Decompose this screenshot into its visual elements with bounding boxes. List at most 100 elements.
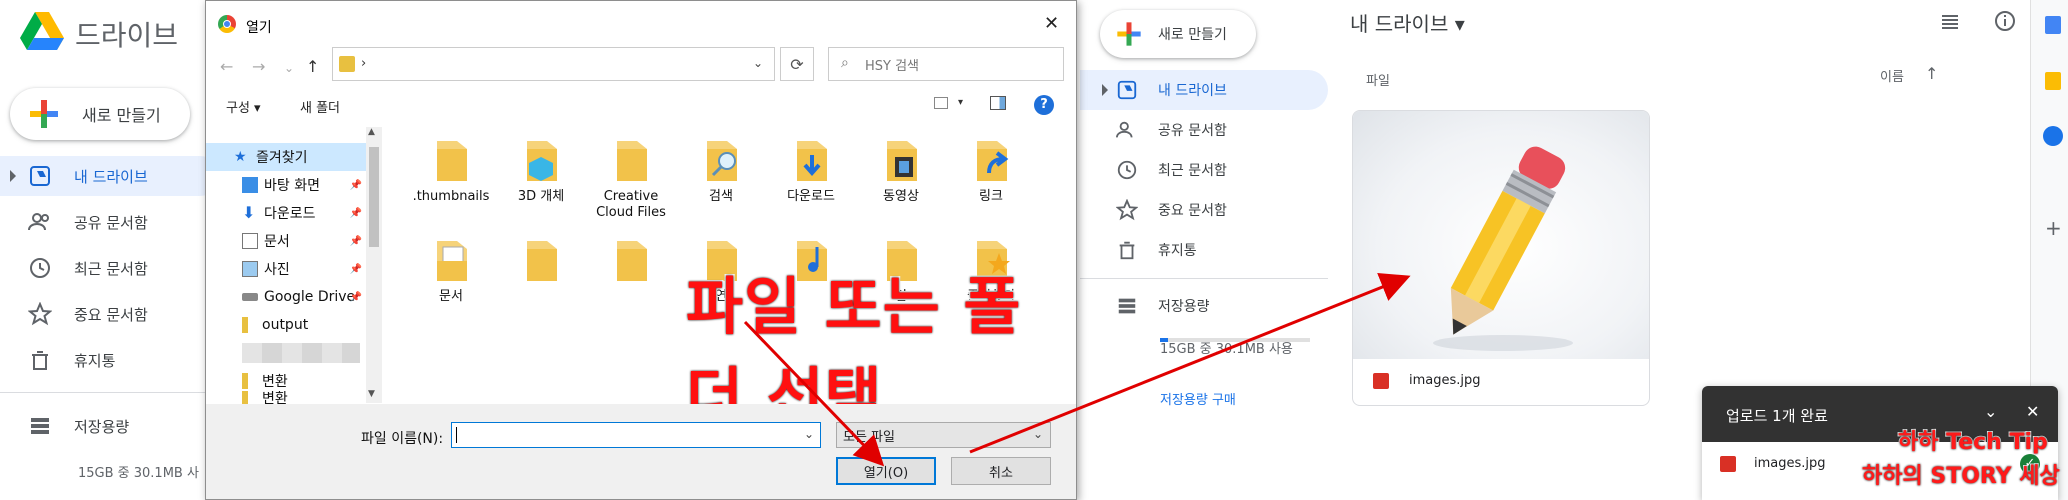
download-arrow-icon: ⬇ bbox=[242, 203, 256, 222]
tree-google-drive[interactable]: Google Drive 📌 bbox=[206, 283, 366, 311]
new-button[interactable]: 새로 만들기 bbox=[1100, 10, 1256, 58]
item-label: 링크 bbox=[979, 189, 1003, 204]
nav-label: 휴지통 bbox=[1158, 243, 1197, 259]
folder-creative-cloud[interactable]: Creative Cloud Files bbox=[586, 139, 676, 221]
breadcrumb-chevron-icon[interactable]: › bbox=[361, 56, 366, 71]
folder-videos[interactable]: 동영상 bbox=[856, 139, 946, 205]
preview-pane-icon[interactable] bbox=[990, 96, 1006, 110]
nav-label: 중요 문서함 bbox=[1158, 203, 1227, 219]
nav-starred[interactable]: 중요 문서함 bbox=[1080, 190, 1328, 230]
view-dropdown-icon[interactable]: ▾ bbox=[958, 97, 963, 108]
item-label: .thumbnails bbox=[412, 189, 490, 204]
info-icon[interactable] bbox=[1994, 10, 2016, 32]
tasks-icon[interactable] bbox=[2043, 126, 2063, 146]
address-dropdown-icon[interactable]: ⌄ bbox=[753, 56, 763, 70]
buy-storage-link[interactable]: 저장용량 구매 bbox=[1160, 389, 1236, 408]
tree-documents[interactable]: 문서 📌 bbox=[206, 227, 366, 255]
nav-storage[interactable]: 저장용량 bbox=[1080, 286, 1328, 326]
cancel-button[interactable]: 취소 bbox=[951, 457, 1051, 485]
tree-favorites[interactable]: ★ 즐겨찾기 bbox=[206, 143, 366, 171]
scroll-down-icon[interactable]: ▼ bbox=[368, 389, 375, 399]
my-drive-icon bbox=[30, 166, 50, 186]
folder-documents[interactable]: 문서 bbox=[406, 239, 496, 305]
open-button[interactable]: 열기(O) bbox=[836, 457, 936, 485]
nav-label: 중요 문서함 bbox=[74, 305, 148, 324]
new-button-label: 새로 만들기 bbox=[1158, 27, 1227, 43]
tree-scroll-thumb[interactable] bbox=[369, 147, 379, 247]
folder-thumbnails[interactable]: .thumbnails bbox=[406, 139, 496, 205]
folder-links[interactable]: 링크 bbox=[946, 139, 1036, 205]
chrome-icon-center bbox=[223, 20, 231, 28]
view-options-icon[interactable] bbox=[934, 97, 948, 109]
calendar-icon[interactable] bbox=[2045, 16, 2061, 34]
filetype-select[interactable]: 모든 파일 ⌄ bbox=[836, 422, 1051, 448]
new-button[interactable]: 새로 만들기 bbox=[10, 88, 190, 140]
close-icon[interactable]: ✕ bbox=[2026, 402, 2039, 421]
tree-label: 변환 bbox=[262, 374, 288, 390]
nav-my-drive[interactable]: 내 드라이브 bbox=[1080, 70, 1328, 110]
back-icon[interactable]: ← bbox=[220, 57, 233, 76]
dialog-title: 열기 bbox=[246, 20, 272, 36]
tree-label: 즐겨찾기 bbox=[256, 150, 308, 166]
folder-downloads[interactable]: 다운로드 bbox=[766, 139, 856, 205]
sort-arrow-icon[interactable]: ↑ bbox=[1925, 64, 1938, 83]
file-name: images.jpg bbox=[1409, 373, 1481, 388]
add-app-icon[interactable]: + bbox=[2045, 216, 2062, 240]
nav-trash[interactable]: 휴지통 bbox=[1080, 230, 1328, 270]
tree-convert-2[interactable]: 변환 bbox=[206, 391, 366, 405]
tree-downloads[interactable]: ⬇ 다운로드 📌 bbox=[206, 199, 366, 227]
expand-icon[interactable] bbox=[10, 170, 16, 182]
filename-input[interactable]: ⌄ bbox=[451, 422, 821, 448]
nav-starred[interactable]: 중요 문서함 bbox=[0, 294, 220, 334]
tree-pictures[interactable]: 사진 📌 bbox=[206, 255, 366, 283]
folder-row2-3[interactable] bbox=[586, 239, 676, 289]
expand-icon[interactable] bbox=[1102, 84, 1108, 96]
folder-document-icon bbox=[437, 241, 467, 281]
search-input[interactable]: ⌕ HSY 검색 bbox=[828, 47, 1064, 81]
nav-my-drive[interactable]: 내 드라이브 bbox=[0, 156, 220, 196]
file-card[interactable]: images.jpg bbox=[1352, 110, 1650, 406]
folder-search[interactable]: 검색 bbox=[676, 139, 766, 205]
pin-icon: 📌 bbox=[349, 263, 362, 275]
organize-menu[interactable]: 구성 ▾ bbox=[226, 97, 261, 116]
item-label: 문서 bbox=[439, 289, 463, 304]
document-icon bbox=[242, 233, 258, 249]
list-view-icon[interactable] bbox=[1940, 12, 1960, 32]
refresh-button[interactable]: ⟳ bbox=[780, 47, 814, 81]
tree-blurred[interactable] bbox=[206, 339, 366, 367]
folder-icon bbox=[242, 317, 248, 333]
storage-icon bbox=[31, 418, 49, 434]
toast-title: 업로드 1개 완료 bbox=[1726, 407, 1828, 425]
sort-by-name[interactable]: 이름 bbox=[1880, 66, 1904, 85]
tree-desktop[interactable]: 바탕 화면 📌 bbox=[206, 171, 366, 199]
keep-icon[interactable] bbox=[2045, 72, 2061, 90]
nav-label: 최근 문서함 bbox=[1158, 163, 1227, 179]
close-button[interactable]: ✕ bbox=[1044, 13, 1059, 34]
chevron-down-icon[interactable]: ⌄ bbox=[1033, 427, 1043, 441]
drive-title: 드라이브 bbox=[75, 19, 179, 52]
nav-recent[interactable]: 최근 문서함 bbox=[1080, 150, 1328, 190]
item-label: 검색 bbox=[709, 189, 733, 204]
nav-shared[interactable]: 공유 문서함 bbox=[0, 202, 220, 242]
nav-trash[interactable]: 휴지통 bbox=[0, 340, 220, 380]
chevron-down-icon[interactable]: ⌄ bbox=[284, 61, 294, 75]
folder-3d-icon bbox=[527, 141, 557, 181]
page-title[interactable]: 내 드라이브 ▾ bbox=[1350, 8, 1465, 37]
folder-3d-objects[interactable]: 3D 개체 bbox=[496, 139, 586, 205]
folder-row2-2[interactable] bbox=[496, 239, 586, 289]
up-folder-icon[interactable]: ↑ bbox=[306, 57, 319, 76]
help-icon[interactable]: ? bbox=[1034, 95, 1054, 115]
chevron-down-icon[interactable]: ⌄ bbox=[804, 427, 814, 441]
nav-recent[interactable]: 최근 문서함 bbox=[0, 248, 220, 288]
chevron-down-icon[interactable]: ⌄ bbox=[1984, 402, 1997, 421]
new-folder-button[interactable]: 새 폴더 bbox=[300, 97, 340, 116]
forward-icon[interactable]: → bbox=[252, 57, 265, 76]
nav-label: 공유 문서함 bbox=[1158, 123, 1227, 139]
scroll-up-icon[interactable]: ▲ bbox=[368, 127, 375, 137]
address-bar[interactable]: › ⌄ bbox=[332, 47, 775, 81]
tree-output[interactable]: output bbox=[206, 311, 366, 339]
nav-label: 내 드라이브 bbox=[1158, 83, 1227, 99]
nav-storage[interactable]: 저장용량 bbox=[0, 406, 220, 446]
nav-shared[interactable]: 공유 문서함 bbox=[1080, 110, 1328, 150]
folder-icon bbox=[617, 241, 647, 281]
